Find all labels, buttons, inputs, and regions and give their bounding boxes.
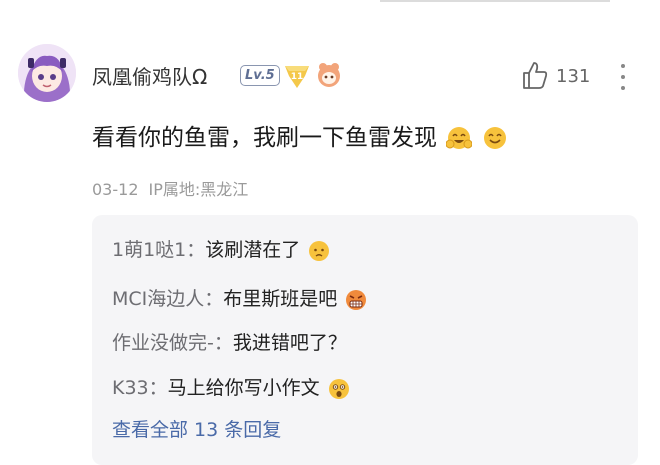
reply-author[interactable]: MCI海边人 [112, 288, 204, 310]
reply-author[interactable]: 作业没做完- [112, 332, 214, 354]
reply-text: 布里斯班是吧 [223, 288, 338, 310]
reply-author[interactable]: K33 [112, 377, 149, 399]
grimacing-angry-face-icon [346, 290, 367, 310]
reply-item[interactable]: K33：马上给你写小作文 [112, 373, 350, 400]
reply-item[interactable]: 作业没做完-：我进错吧了？ [112, 328, 347, 355]
level-badge: Lv.5 [240, 65, 280, 86]
worried-face-icon [309, 241, 330, 261]
reply-item[interactable]: MCI海边人：布里斯班是吧 [112, 284, 367, 311]
reply-separator: ： [148, 377, 168, 399]
ip-location: IP属地:黑龙江 [148, 180, 249, 199]
like-button[interactable]: 131 [520, 60, 600, 92]
reply-box: 1萌1哒1：该刷潜在了 MCI海边人：布里斯班是吧 作业没做完-：我进错吧了？ … [92, 215, 638, 465]
astonished-face-icon [328, 379, 349, 399]
smiling-face-icon [483, 127, 506, 149]
reply-separator: ： [213, 332, 233, 354]
reply-text: 该刷潜在了 [205, 239, 301, 261]
avatar[interactable] [18, 44, 76, 102]
comment-body: 看看你的鱼雷，我刷一下鱼雷发现 [92, 125, 437, 151]
reply-item[interactable]: 1萌1哒1：该刷潜在了 [112, 235, 330, 262]
view-all-replies-link[interactable]: 查看全部 13 条回复 [112, 415, 281, 442]
reply-text: 我进错吧了？ [232, 332, 347, 354]
reply-separator: ： [204, 288, 224, 310]
more-options-button[interactable] [615, 60, 631, 94]
reply-text: 马上给你写小作文 [167, 377, 320, 399]
thumbs-up-icon [523, 62, 548, 89]
top-divider [380, 0, 610, 2]
like-count: 131 [556, 66, 591, 87]
comment-text: 看看你的鱼雷，我刷一下鱼雷发现 [92, 118, 508, 152]
comment-meta: 03-12 IP属地:黑龙江 [92, 176, 248, 200]
comment-date: 03-12 [92, 180, 139, 199]
laughing-face-icon [446, 127, 473, 149]
reply-author[interactable]: 1萌1哒1 [112, 239, 186, 261]
fan-badge-icon [318, 63, 340, 87]
medal-icon: 11 [285, 66, 309, 88]
medal-badge-number: 11 [291, 72, 304, 82]
reply-separator: ： [186, 239, 206, 261]
username[interactable]: 凤凰偷鸡队Ω [92, 61, 207, 90]
